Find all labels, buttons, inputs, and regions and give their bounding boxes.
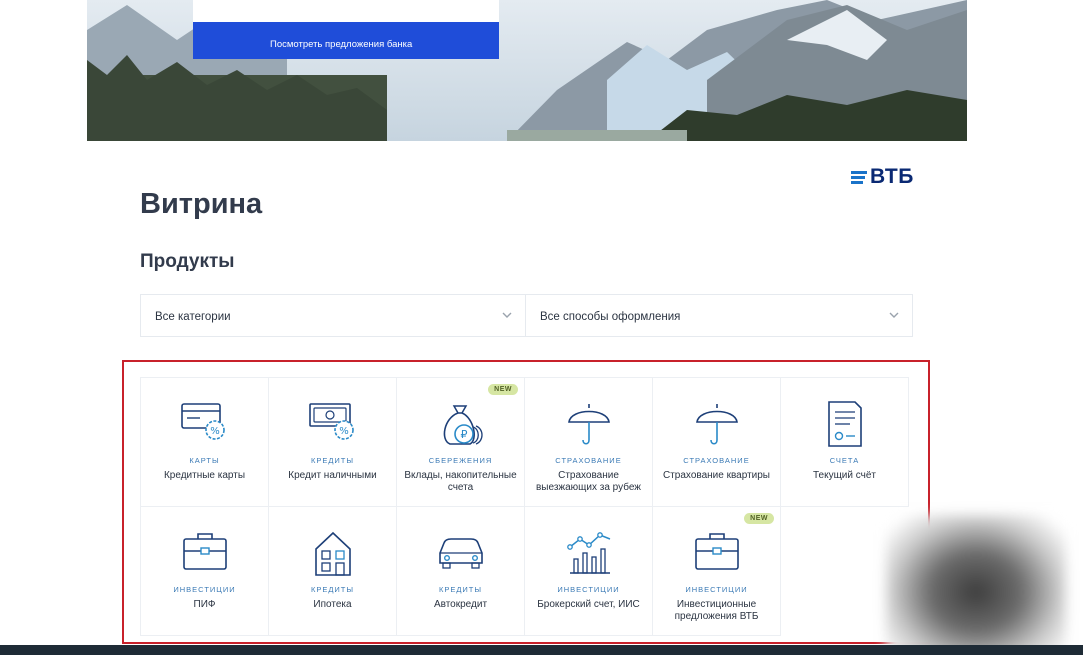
credit-card-icon: % [180,403,225,440]
briefcase-icon [694,533,739,570]
svg-text:%: % [210,426,220,437]
product-tile-brokerage[interactable]: ИНВЕСТИЦИИ Брокерский счет, ИИС [524,506,653,636]
product-name: Страхование выезжающих за рубеж [535,470,641,493]
product-category: КАРТЫ [189,456,220,465]
hero-banner: Посмотреть предложения банка [87,0,967,141]
product-tile-credit-cards[interactable]: % КАРТЫ Кредитные карты [140,377,269,507]
umbrella-icon [695,404,738,445]
product-name: ПИФ [193,599,216,610]
umbrella-icon [567,404,610,445]
product-tile-car-loan[interactable]: КРЕДИТЫ Автокредит [396,506,525,636]
house-icon [314,531,351,576]
vtb-logo: ВТБ [851,165,914,189]
category-select[interactable]: Все категории [140,294,526,337]
chevron-down-icon [889,312,899,318]
method-select-value: Все способы оформления [540,311,681,323]
method-select[interactable]: Все способы оформления [525,294,913,337]
product-name: Брокерский счет, ИИС [537,599,640,610]
product-category: СЧЕТА [829,456,860,465]
product-tile-deposits[interactable]: NEW ₽ СБЕРЕЖЕНИЯ Вклады, накопительные с… [396,377,525,507]
category-select-value: Все категории [155,311,231,323]
product-name: Кредитные карты [163,470,246,481]
blurred-overlay [886,515,1066,655]
chevron-down-icon [502,312,512,318]
taskbar [0,645,1083,655]
product-name: Текущий счёт [812,470,876,481]
cash-percent-icon: % [308,403,354,440]
product-name: Инвестиционные предложения ВТБ [674,599,759,622]
product-name: Автокредит [433,599,488,610]
product-name: Вклады, накопительные счета [404,470,517,493]
product-grid: % КАРТЫ Кредитные карты % КРЕДИТЫ Кредит… [140,377,911,638]
product-category: КРЕДИТЫ [438,585,483,594]
product-category: ИНВЕСТИЦИИ [557,585,620,594]
svg-text:₽: ₽ [460,428,467,441]
view-offers-button[interactable]: Посмотреть предложения банка [193,22,499,59]
car-icon [438,538,483,569]
money-bag-icon: ₽ [443,405,483,445]
section-title: Продукты [140,251,235,272]
product-tile-cash-loan[interactable]: % КРЕДИТЫ Кредит наличными [268,377,397,507]
logo-bars-icon [851,170,867,184]
page-title: Витрина [140,188,263,220]
svg-text:%: % [339,426,349,437]
product-name: Кредит наличными [288,470,377,481]
new-badge: NEW [744,513,774,524]
logo-text: ВТБ [870,165,914,188]
briefcase-icon [182,533,227,570]
product-category: СБЕРЕЖЕНИЯ [428,456,493,465]
product-tile-mutual-fund[interactable]: ИНВЕСТИЦИИ ПИФ [140,506,269,636]
product-tile-mortgage[interactable]: КРЕДИТЫ Ипотека [268,506,397,636]
chart-icon [566,532,610,574]
product-category: ИНВЕСТИЦИИ [685,585,748,594]
product-category: ИНВЕСТИЦИИ [173,585,236,594]
product-tile-investment-offers[interactable]: NEW ИНВЕСТИЦИИ Инвестиционные предложени… [652,506,781,636]
product-category: КРЕДИТЫ [310,585,355,594]
product-tile-apartment-insurance[interactable]: СТРАХОВАНИЕ Страхование квартиры [652,377,781,507]
product-category: СТРАХОВАНИЕ [683,456,750,465]
product-tile-current-account[interactable]: СЧЕТА Текущий счёт [780,377,909,507]
promo-card: Посмотреть предложения банка [193,0,499,59]
product-name: Ипотека [313,599,352,610]
product-name: Страхование квартиры [663,470,770,481]
product-category: СТРАХОВАНИЕ [555,456,622,465]
document-icon [827,401,862,447]
new-badge: NEW [488,384,518,395]
product-category: КРЕДИТЫ [310,456,355,465]
product-tile-travel-insurance[interactable]: СТРАХОВАНИЕ Страхование выезжающих за ру… [524,377,653,507]
